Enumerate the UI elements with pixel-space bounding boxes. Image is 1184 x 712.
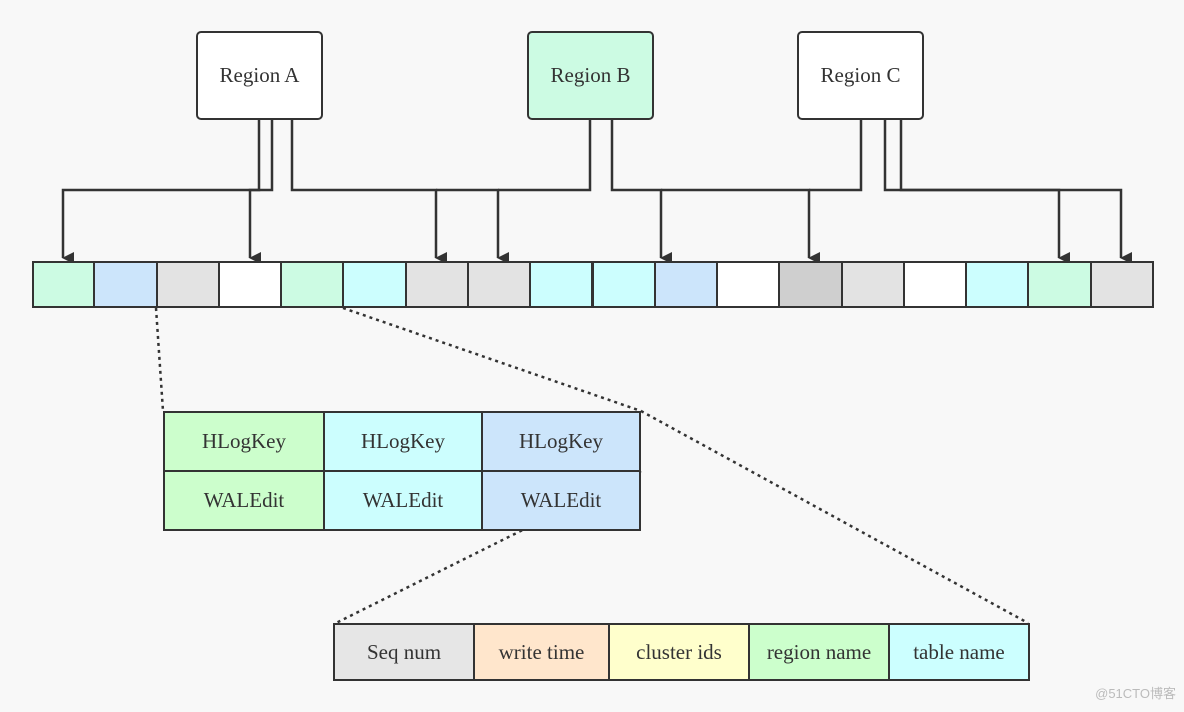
zoom-line-field-right xyxy=(640,409,1029,625)
arrow-b-to-entry-11 xyxy=(610,120,672,264)
wal-entry-7 xyxy=(404,261,469,308)
wal-entry-18 xyxy=(1089,261,1154,308)
waledit-label: WALEdit xyxy=(203,488,285,512)
wal-entry-6 xyxy=(342,261,407,308)
arrow-b-to-entry-13 xyxy=(661,188,820,264)
arrow-c-to-entry-11-13 xyxy=(809,120,863,192)
arrow-a-to-entry-8 xyxy=(436,188,509,264)
field-label: cluster ids xyxy=(636,639,722,664)
field-write-time: write time xyxy=(473,623,610,681)
wal-entry-2 xyxy=(93,261,158,308)
wal-entry-1 xyxy=(32,261,96,308)
region-a-label: Region A xyxy=(219,63,300,87)
hlogkey-label: HLogKey xyxy=(361,429,445,453)
arrow-b-to-entry-7-8 xyxy=(498,120,592,192)
wal-entry-17 xyxy=(1027,261,1092,308)
entry-key-2: HLogKey xyxy=(323,411,483,472)
arrow-a-to-entry-4 xyxy=(248,120,274,264)
wal-entry-4 xyxy=(217,261,283,308)
field-region-name: region name xyxy=(748,623,890,681)
wal-entry-3 xyxy=(155,261,220,308)
region-b-box: Region B xyxy=(527,31,654,120)
region-a-box: Region A xyxy=(196,31,323,120)
watermark: @51CTO博客 xyxy=(1095,686,1176,701)
wal-entry-15 xyxy=(902,261,968,308)
wal-entry-8 xyxy=(466,261,532,308)
field-cluster-ids: cluster ids xyxy=(608,623,750,681)
wal-entry-5 xyxy=(280,261,345,308)
region-c-label: Region C xyxy=(820,63,901,87)
region-c-box: Region C xyxy=(797,31,924,120)
wal-entry-9 xyxy=(529,261,594,308)
hlogkey-label: HLogKey xyxy=(519,429,603,453)
arrow-c-to-entry-18 xyxy=(899,120,1132,264)
entry-key-3: HLogKey xyxy=(481,411,641,472)
wal-entry-14 xyxy=(840,261,905,308)
waledit-label: WALEdit xyxy=(520,488,602,512)
entry-edit-1: WALEdit xyxy=(163,470,325,531)
wal-entry-11 xyxy=(653,261,719,308)
field-label: table name xyxy=(913,639,1005,664)
field-seq-num: Seq num xyxy=(333,623,475,681)
field-label: write time xyxy=(498,639,585,664)
wal-entry-10 xyxy=(591,261,656,308)
entry-key-1: HLogKey xyxy=(163,411,325,472)
zoom-line-right xyxy=(342,306,642,413)
entry-edit-2: WALEdit xyxy=(323,470,483,531)
field-label: region name xyxy=(766,639,872,664)
wal-entry-12 xyxy=(716,261,781,308)
region-b-label: Region B xyxy=(550,63,631,87)
field-label: Seq num xyxy=(366,639,442,664)
wal-entry-16 xyxy=(965,261,1030,308)
waledit-label: WALEdit xyxy=(362,488,444,512)
arrow-a-to-entry-7 xyxy=(290,120,447,264)
field-table-name: table name xyxy=(888,623,1030,681)
zoom-line-left xyxy=(154,307,165,412)
arrow-a-to-entry-1 xyxy=(61,120,261,264)
entry-edit-3: WALEdit xyxy=(481,470,641,531)
wal-entry-13 xyxy=(778,261,843,308)
hlogkey-label: HLogKey xyxy=(202,429,286,453)
